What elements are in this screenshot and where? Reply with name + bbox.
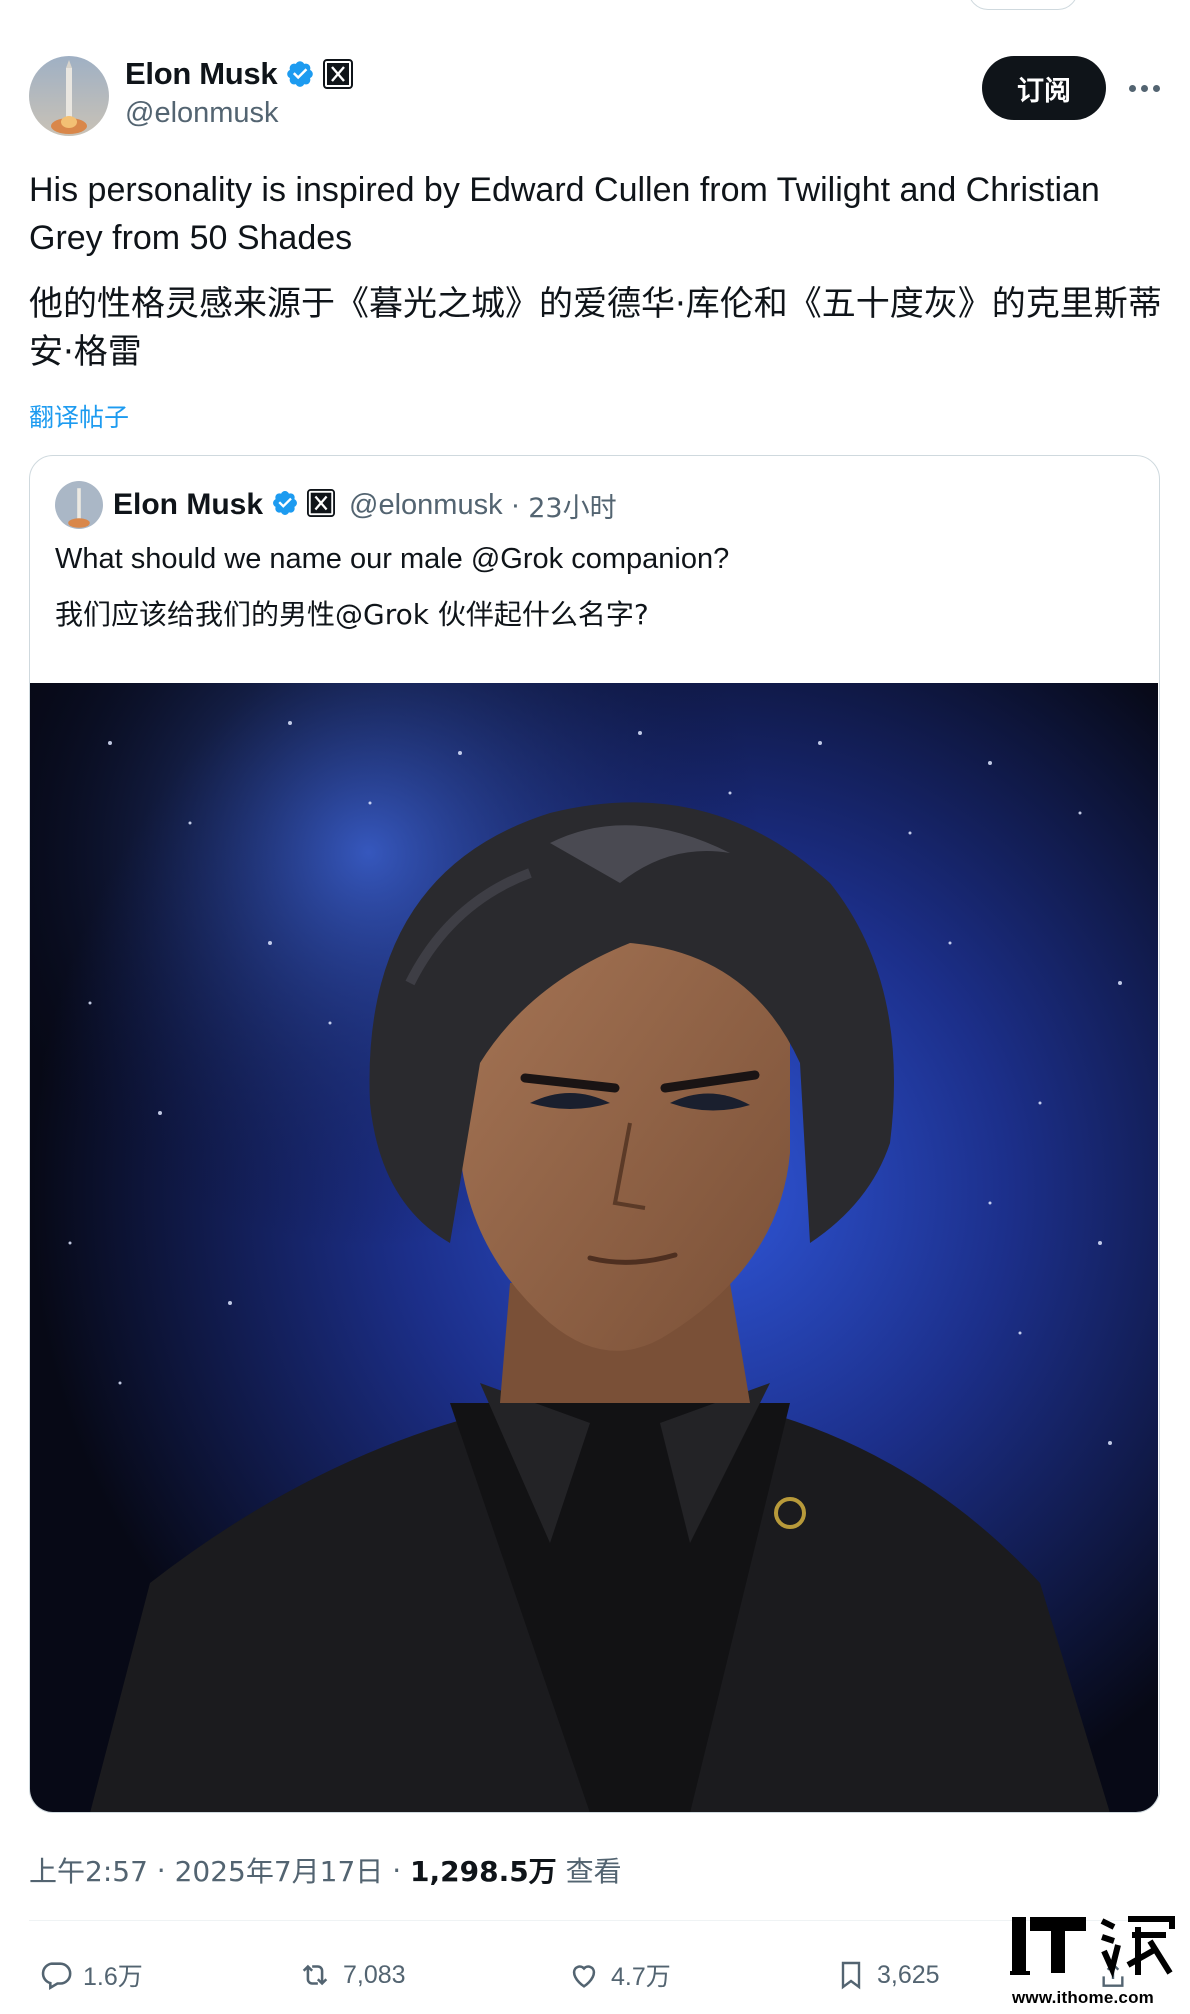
reply-count: 1.6万	[83, 1963, 143, 1991]
tweet-time[interactable]: 上午2:57	[29, 1850, 148, 1890]
tweet-meta: 上午2:57 · 2025年7月17日 · 1,298.5万 查看	[29, 1850, 622, 1890]
author-name[interactable]: Elon Musk	[125, 56, 278, 92]
bookmark-count: 3,625	[877, 1960, 940, 1989]
view-count: 1,298.5万	[410, 1855, 557, 1888]
quoted-author-avatar[interactable]	[55, 481, 103, 529]
repost-button[interactable]: 7,083	[297, 1945, 406, 2005]
reply-icon	[39, 1958, 73, 1992]
tweet-date[interactable]: 2025年7月17日	[175, 1850, 384, 1890]
x-logo-icon	[323, 59, 354, 89]
subscribe-button[interactable]: 订阅	[982, 56, 1106, 120]
action-bar: 1.6万 7,083 4.7万 3,625	[29, 1945, 1169, 2005]
tweet-text-english: His personality is inspired by Edward Cu…	[29, 171, 1100, 257]
watermark-url: www.ithome.com	[1012, 1988, 1154, 2007]
x-logo-icon	[307, 488, 336, 522]
verified-badge-icon	[271, 489, 299, 522]
quoted-author-name[interactable]: Elon Musk	[113, 488, 263, 522]
quoted-text-english: What should we name our male @Grok compa…	[55, 543, 730, 575]
like-count: 4.7万	[611, 1963, 671, 1991]
quoted-separator: ·	[510, 488, 521, 521]
bookmark-button[interactable]: 3,625	[835, 1945, 940, 2005]
repost-icon	[297, 1958, 333, 1992]
quoted-author-handle[interactable]: @elonmusk	[349, 489, 503, 522]
author-avatar[interactable]	[29, 56, 109, 136]
more-dots-icon[interactable]	[1124, 70, 1164, 106]
views-label: 查看	[556, 1855, 622, 1888]
translate-post-link[interactable]: 翻译帖子	[29, 398, 129, 434]
heart-icon	[567, 1958, 601, 1992]
quoted-header: Elon Musk @elonmusk · 23小时	[113, 480, 617, 530]
like-button[interactable]: 4.7万	[567, 1945, 671, 2005]
bookmark-icon	[835, 1957, 867, 1993]
quoted-image-anime-character[interactable]	[30, 683, 1158, 1812]
author-name-row: Elon Musk	[125, 54, 354, 94]
quoted-tweet-card[interactable]: Elon Musk @elonmusk · 23小时 What should w…	[29, 455, 1160, 1813]
repost-count: 7,083	[343, 1960, 406, 1989]
author-handle[interactable]: @elonmusk	[125, 97, 279, 130]
meta-separator: ·	[147, 1853, 175, 1887]
verified-badge-icon	[285, 59, 315, 89]
reply-button[interactable]: 1.6万	[39, 1945, 143, 2005]
top-partial-button[interactable]	[968, 0, 1078, 10]
quoted-time[interactable]: 23小时	[528, 486, 616, 525]
tweet-text-chinese: 他的性格灵感来源于《暮光之城》的爱德华·库伦和《五十度灰》的克里斯蒂安·格雷	[29, 284, 1162, 372]
quoted-text-chinese: 我们应该给我们的男性@Grok 伙伴起什么名字?	[55, 598, 649, 631]
divider	[29, 1920, 1160, 1921]
meta-separator: ·	[383, 1853, 410, 1887]
